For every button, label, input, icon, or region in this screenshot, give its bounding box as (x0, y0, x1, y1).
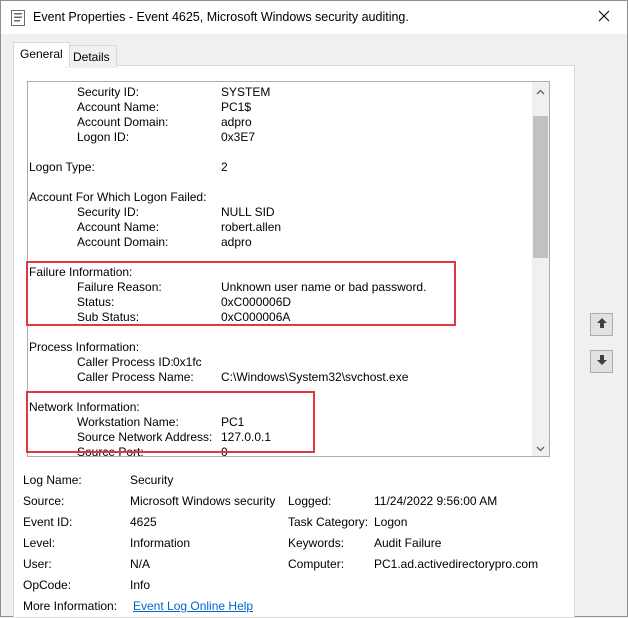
opcode-label: OpCode: (23, 578, 72, 592)
event-viewer-icon (11, 10, 25, 26)
subject-account-domain-value: adpro (221, 115, 252, 129)
failed-account-name-label: Account Name: (77, 220, 160, 234)
log-name-label: Log Name: (23, 473, 82, 487)
title-bar: Event Properties - Event 4625, Microsoft… (1, 1, 627, 34)
failed-security-id-value: NULL SID (221, 205, 275, 219)
logon-type-value: 2 (221, 160, 228, 174)
close-icon (598, 10, 610, 25)
close-button[interactable] (581, 1, 627, 34)
scroll-down-button[interactable] (532, 439, 549, 456)
source-label: Source: (23, 494, 65, 508)
event-id-value: 4625 (130, 515, 157, 529)
account-failed-heading: Account For Which Logon Failed: (29, 190, 207, 204)
tab-details[interactable]: Details (66, 45, 117, 68)
failed-security-id-label: Security ID: (77, 205, 140, 219)
computer-value: PC1.ad.activedirectorypro.com (374, 557, 539, 571)
up-arrow-icon (596, 317, 608, 332)
subject-account-name-label: Account Name: (77, 100, 160, 114)
scroll-thumb[interactable] (533, 116, 548, 258)
level-value: Information (130, 536, 191, 550)
user-label: User: (23, 557, 52, 571)
failure-info-highlight (26, 261, 456, 326)
subject-logon-id-label: Logon ID: (77, 130, 130, 144)
event-properties-window: Event Properties - Event 4625, Microsoft… (0, 0, 628, 618)
caller-process-name-value: C:\Windows\System32\svchost.exe (221, 370, 409, 384)
caller-process-id-label: Caller Process ID: (77, 355, 174, 369)
failed-account-name-value: robert.allen (221, 220, 282, 234)
scroll-up-button[interactable] (532, 82, 549, 99)
task-category-value: Logon (374, 515, 408, 529)
computer-label: Computer: (288, 557, 345, 571)
failed-account-domain-value: adpro (221, 235, 252, 249)
description-scrollbar[interactable] (532, 82, 549, 456)
logon-type-label: Logon Type: (29, 160, 95, 174)
keywords-value: Audit Failure (374, 536, 442, 550)
subject-logon-id-value: 0x3E7 (221, 130, 256, 144)
down-arrow-icon (596, 354, 608, 369)
caller-process-name-label: Caller Process Name: (77, 370, 194, 384)
network-info-highlight (26, 391, 315, 453)
user-value: N/A (130, 557, 151, 571)
process-info-heading: Process Information: (29, 340, 140, 354)
keywords-label: Keywords: (288, 536, 345, 550)
failed-account-domain-label: Account Domain: (77, 235, 169, 249)
more-information-label: More Information: (23, 599, 118, 613)
subject-account-name-value: PC1$ (221, 100, 252, 114)
next-event-button[interactable] (590, 350, 613, 373)
logged-value: 11/24/2022 9:56:00 AM (374, 494, 498, 508)
opcode-value: Info (130, 578, 151, 592)
chevron-up-icon (536, 84, 545, 98)
chevron-down-icon (536, 441, 545, 455)
logged-label: Logged: (288, 494, 332, 508)
source-value: Microsoft Windows security (130, 494, 276, 508)
subject-security-id-label: Security ID: (77, 85, 140, 99)
subject-security-id-value: SYSTEM (221, 85, 271, 99)
tab-general[interactable]: General (13, 42, 70, 67)
window-title: Event Properties - Event 4625, Microsoft… (33, 10, 409, 24)
log-name-value: Security (130, 473, 174, 487)
task-category-label: Task Category: (288, 515, 369, 529)
previous-event-button[interactable] (590, 313, 613, 336)
caller-process-id-value: 0x1fc (173, 355, 202, 369)
event-id-label: Event ID: (23, 515, 73, 529)
event-log-online-help-link[interactable]: Event Log Online Help (133, 599, 253, 613)
level-label: Level: (23, 536, 56, 550)
subject-account-domain-label: Account Domain: (77, 115, 169, 129)
